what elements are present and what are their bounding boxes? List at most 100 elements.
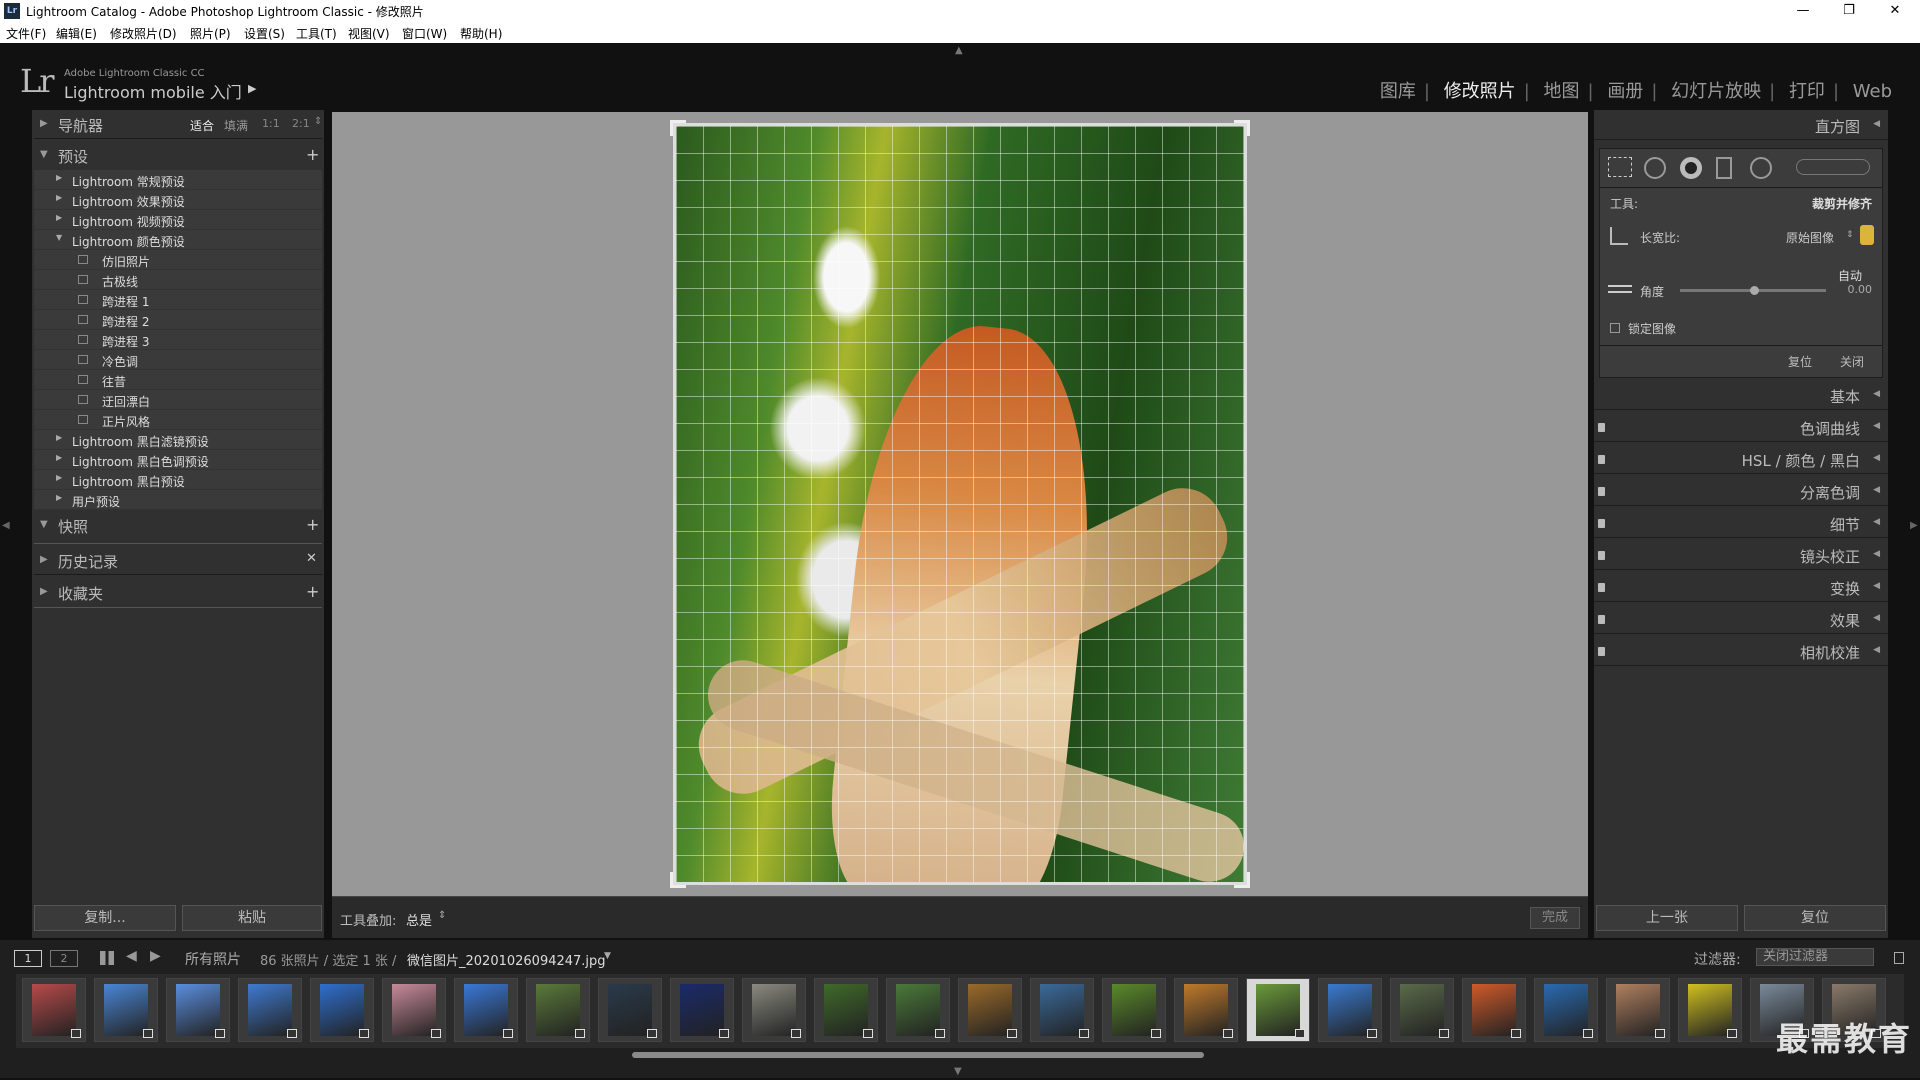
filmstrip-thumb[interactable] [814, 978, 878, 1042]
previous-button[interactable]: 上一张 [1596, 905, 1738, 931]
panel-effects[interactable]: 效果 ◀ [1594, 606, 1888, 634]
dropdown-icon[interactable]: ▼ [604, 951, 611, 961]
module-book[interactable]: 画册 [1607, 81, 1643, 102]
panel-transform[interactable]: 变换 ◀ [1594, 574, 1888, 602]
brush-tool-icon[interactable] [1796, 159, 1870, 175]
menu-settings[interactable]: 设置(S) [244, 25, 285, 42]
crop-angle-icon[interactable] [1610, 227, 1628, 245]
lock-icon[interactable] [1860, 225, 1874, 245]
panel-basic[interactable]: 基本 ◀ [1594, 382, 1888, 410]
left-edge-toggle[interactable]: ◀ [0, 110, 12, 938]
menu-tools[interactable]: 工具(T) [296, 25, 337, 42]
crop-reset-button[interactable]: 复位 [1788, 353, 1812, 370]
aspect-select[interactable]: 原始图像 [1786, 229, 1834, 246]
add-snapshot-icon[interactable]: + [306, 515, 319, 534]
filmstrip-scrollbar[interactable] [632, 1052, 1204, 1058]
preset-item[interactable]: 仿旧照片 [34, 250, 322, 270]
filmstrip-thumb[interactable] [238, 978, 302, 1042]
crop-handle-bottom-left[interactable] [670, 872, 686, 888]
straighten-icon[interactable] [1608, 285, 1632, 293]
copy-button[interactable]: 复制... [34, 905, 176, 931]
filmstrip-thumb[interactable] [1390, 978, 1454, 1042]
panel-switch[interactable] [1598, 647, 1605, 656]
filmstrip-thumb[interactable] [1174, 978, 1238, 1042]
filmstrip-thumb[interactable] [1534, 978, 1598, 1042]
panel-switch[interactable] [1598, 615, 1605, 624]
preset-folder[interactable]: ▶ Lightroom 效果预设 [34, 190, 322, 210]
angle-value[interactable]: 0.00 [1848, 283, 1873, 296]
identity-plate[interactable]: Lightroom mobile 入门 [64, 79, 242, 103]
menu-help[interactable]: 帮助(H) [460, 25, 502, 42]
preset-item[interactable]: 往昔 [34, 370, 322, 390]
filmstrip-thumb[interactable] [22, 978, 86, 1042]
crop-tool-icon[interactable] [1608, 157, 1632, 177]
crop-handle-top-left[interactable] [670, 120, 686, 136]
module-slideshow[interactable]: 幻灯片放映 [1671, 81, 1761, 102]
add-collection-icon[interactable]: + [306, 582, 319, 601]
history-header[interactable]: ▶ 历史记录 ✕ [34, 548, 322, 574]
menu-photo[interactable]: 照片(P) [190, 25, 231, 42]
module-library[interactable]: 图库 [1380, 81, 1416, 102]
menu-file[interactable]: 文件(F) [6, 25, 46, 42]
filmstrip-thumb[interactable] [166, 978, 230, 1042]
graduated-filter-icon[interactable] [1716, 157, 1732, 179]
reset-button[interactable]: 复位 [1744, 905, 1886, 931]
panel-switch[interactable] [1598, 423, 1605, 432]
preset-folder[interactable]: ▶ Lightroom 常规预设 [34, 170, 322, 190]
panel-tone-curve[interactable]: 色调曲线 ◀ [1594, 414, 1888, 442]
module-develop[interactable]: 修改照片 [1444, 81, 1516, 102]
preset-item[interactable]: 古极线 [34, 270, 322, 290]
restore-icon[interactable]: ❐ [1826, 0, 1872, 22]
preset-item[interactable]: 跨进程 1 [34, 290, 322, 310]
presets-header[interactable]: ▼ 预设 + [34, 143, 322, 169]
collapse-bottom-icon[interactable]: ▼ [954, 1066, 962, 1077]
done-button[interactable]: 完成 [1530, 907, 1580, 929]
zoom-menu-icon[interactable]: ⇕ [314, 116, 322, 127]
panel-hsl[interactable]: HSL / 颜色 / 黑白 ◀ [1594, 446, 1888, 474]
preset-folder[interactable]: ▼ Lightroom 颜色预设 [34, 230, 322, 250]
close-icon[interactable]: ✕ [1872, 0, 1918, 22]
panel-switch[interactable] [1598, 519, 1605, 528]
filmstrip-thumb[interactable] [454, 978, 518, 1042]
constrain-checkbox[interactable] [1610, 323, 1620, 333]
main-window-button[interactable]: 1 [14, 950, 42, 967]
snapshots-header[interactable]: ▼ 快照 + [34, 513, 322, 539]
filter-lock-icon[interactable] [1894, 952, 1904, 964]
filmstrip-thumb[interactable] [94, 978, 158, 1042]
filmstrip-thumb[interactable] [1606, 978, 1670, 1042]
minimize-icon[interactable]: — [1780, 0, 1826, 22]
filmstrip-thumb-selected[interactable] [1246, 978, 1310, 1042]
zoom-fit[interactable]: 适合 [190, 117, 214, 134]
filmstrip-thumb[interactable] [1678, 978, 1742, 1042]
photo-crop-area[interactable] [673, 123, 1247, 885]
preset-folder[interactable]: ▶ Lightroom 黑白预设 [34, 470, 322, 490]
preset-folder[interactable]: ▶ 用户预设 [34, 490, 322, 510]
filmstrip-thumb[interactable] [382, 978, 446, 1042]
filmstrip-filename[interactable]: 微信图片_20201026094247.jpg [407, 950, 606, 969]
overlay-select[interactable]: 总是 [406, 910, 432, 929]
right-edge-toggle[interactable]: ▶ [1908, 110, 1920, 938]
filmstrip-thumb[interactable] [958, 978, 1022, 1042]
clear-history-icon[interactable]: ✕ [306, 551, 317, 566]
preset-folder[interactable]: ▶ Lightroom 视频预设 [34, 210, 322, 230]
crop-handle-bottom-right[interactable] [1234, 872, 1250, 888]
collections-header[interactable]: ▶ 收藏夹 + [34, 580, 322, 606]
add-preset-icon[interactable]: + [306, 145, 319, 164]
menu-develop[interactable]: 修改照片(D) [110, 25, 177, 42]
filmstrip-thumb[interactable] [310, 978, 374, 1042]
filmstrip-thumb[interactable] [1102, 978, 1166, 1042]
filter-select[interactable]: 关闭过滤器 [1756, 948, 1874, 966]
red-eye-icon[interactable] [1680, 157, 1702, 179]
panel-calibration[interactable]: 相机校准 ◀ [1594, 638, 1888, 666]
preset-item[interactable]: 冷色调 [34, 350, 322, 370]
menu-view[interactable]: 视图(V) [348, 25, 390, 42]
preset-folder[interactable]: ▶ Lightroom 黑白色调预设 [34, 450, 322, 470]
collapse-top-icon[interactable]: ▲ [955, 45, 963, 56]
navigator-header[interactable]: ▶ 导航器 适合 填满 1:1 2:1 ⇕ [34, 112, 322, 138]
preset-item[interactable]: 跨进程 3 [34, 330, 322, 350]
back-arrow-icon[interactable]: ◀ [126, 948, 137, 964]
filmstrip-source[interactable]: 所有照片 [185, 949, 241, 969]
spot-removal-icon[interactable] [1644, 157, 1666, 179]
panel-switch[interactable] [1598, 455, 1605, 464]
histogram-header[interactable]: 直方图 ◀ [1594, 112, 1888, 140]
